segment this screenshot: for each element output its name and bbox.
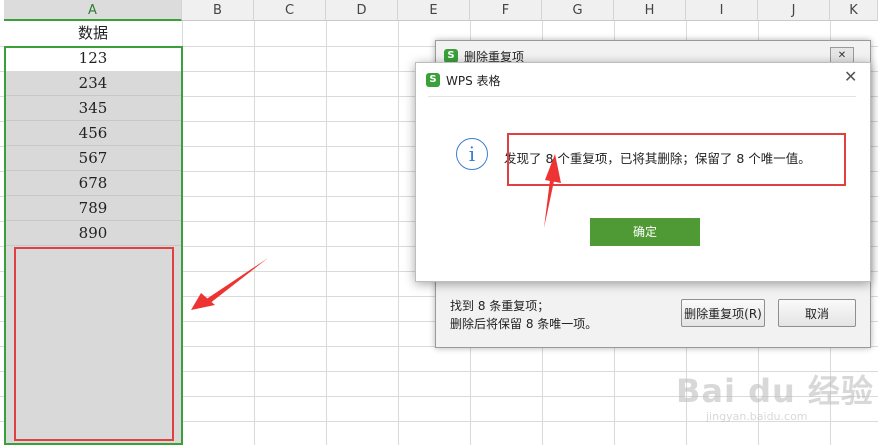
cell-a1-header[interactable]: 数据: [4, 21, 182, 46]
close-icon[interactable]: ✕: [844, 67, 857, 86]
cancel-button[interactable]: 取消: [778, 299, 856, 327]
baidu-watermark-logo: Bai du 经验: [676, 372, 874, 410]
ok-button[interactable]: 确定: [590, 218, 700, 246]
column-header-g[interactable]: G: [542, 0, 614, 21]
arrow-annotation-up: [544, 154, 561, 228]
wps-logo-icon: S: [444, 49, 458, 63]
column-header-d[interactable]: D: [326, 0, 398, 21]
column-header-c[interactable]: C: [254, 0, 326, 21]
wps-logo-icon: S: [426, 73, 440, 87]
column-header-e[interactable]: E: [398, 0, 470, 21]
dialog-title: WPS 表格: [446, 74, 501, 88]
title-divider: [428, 96, 856, 97]
column-header-j[interactable]: J: [758, 0, 830, 21]
column-header-i[interactable]: I: [686, 0, 758, 21]
column-header-k[interactable]: K: [830, 0, 878, 21]
arrow-annotation-left: [191, 258, 268, 310]
unique-kept-text: 删除后将保留 8 条唯一项。: [450, 317, 598, 331]
baidu-watermark-url: jingyan.baidu.com: [706, 410, 808, 423]
column-header-b[interactable]: B: [182, 0, 254, 21]
empty-area-highlight: [14, 247, 174, 441]
column-header-a[interactable]: A: [4, 0, 182, 21]
column-header-h[interactable]: H: [614, 0, 686, 21]
delete-duplicates-button[interactable]: 删除重复项(R): [681, 299, 765, 327]
column-header-f[interactable]: F: [470, 0, 542, 21]
duplicates-found-text: 找到 8 条重复项；: [450, 299, 550, 313]
info-icon: i: [456, 138, 488, 170]
